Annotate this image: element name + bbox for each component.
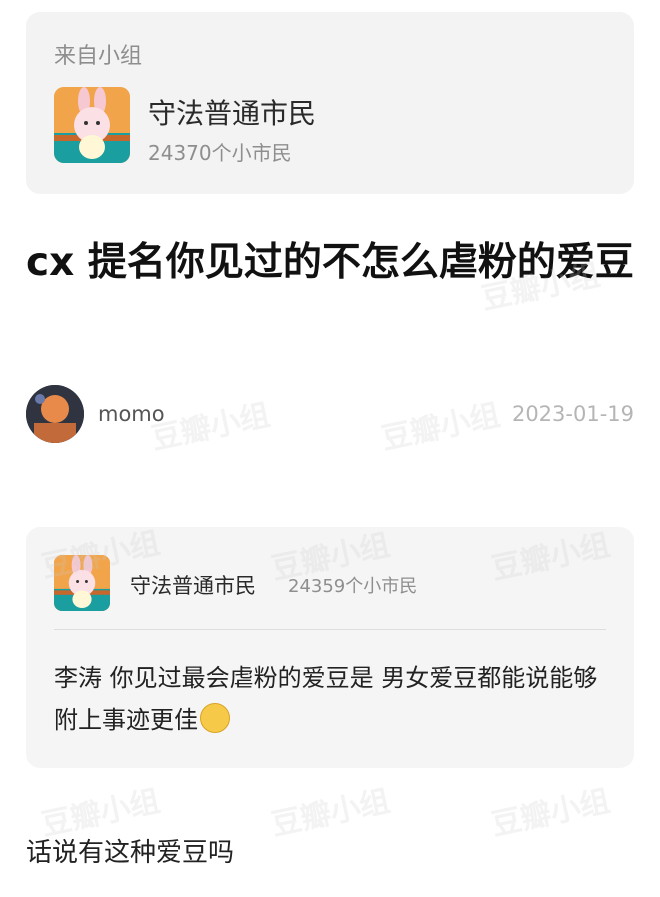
bunny-mascot-icon[interactable] [54, 87, 130, 163]
bunny-mascot-icon[interactable] [54, 555, 110, 611]
watermark: 豆瓣小组 [488, 783, 614, 844]
avatar[interactable] [26, 385, 84, 443]
group-source-label: 来自小组 [54, 44, 143, 69]
group-member-count: 24370个小市民 [148, 141, 292, 165]
quote-text: 李涛 你见过最会虐粉的爱豆是 男女爱豆都能说能够附上事迹更佳 [54, 657, 614, 741]
quote-member-count: 24359个小市民 [288, 576, 418, 597]
quote-group-name[interactable]: 守法普通市民 [130, 570, 256, 600]
watermark: 豆瓣小组 [268, 783, 394, 844]
author-name[interactable]: momo [98, 402, 165, 426]
smiling-face-icon [200, 703, 230, 733]
watermark: 豆瓣小组 [148, 397, 274, 458]
quote-text-body: 李涛 你见过最会虐粉的爱豆是 男女爱豆都能说能够附上事迹更佳 [54, 664, 598, 734]
quoted-post-card[interactable]: 守法普通市民 24359个小市民 李涛 你见过最会虐粉的爱豆是 男女爱豆都能说能… [26, 527, 634, 768]
post-body: 话说有这种爱豆吗 [26, 838, 235, 868]
divider [54, 629, 606, 630]
post-title: cx 提名你见过的不怎么虐粉的爱豆 [26, 240, 634, 285]
group-name[interactable]: 守法普通市民 [148, 92, 316, 132]
post-date: 2023-01-19 [511, 402, 634, 426]
watermark: 豆瓣小组 [378, 397, 504, 458]
group-card[interactable]: 来自小组 守法普通市民 24370个小市民 [26, 12, 634, 194]
